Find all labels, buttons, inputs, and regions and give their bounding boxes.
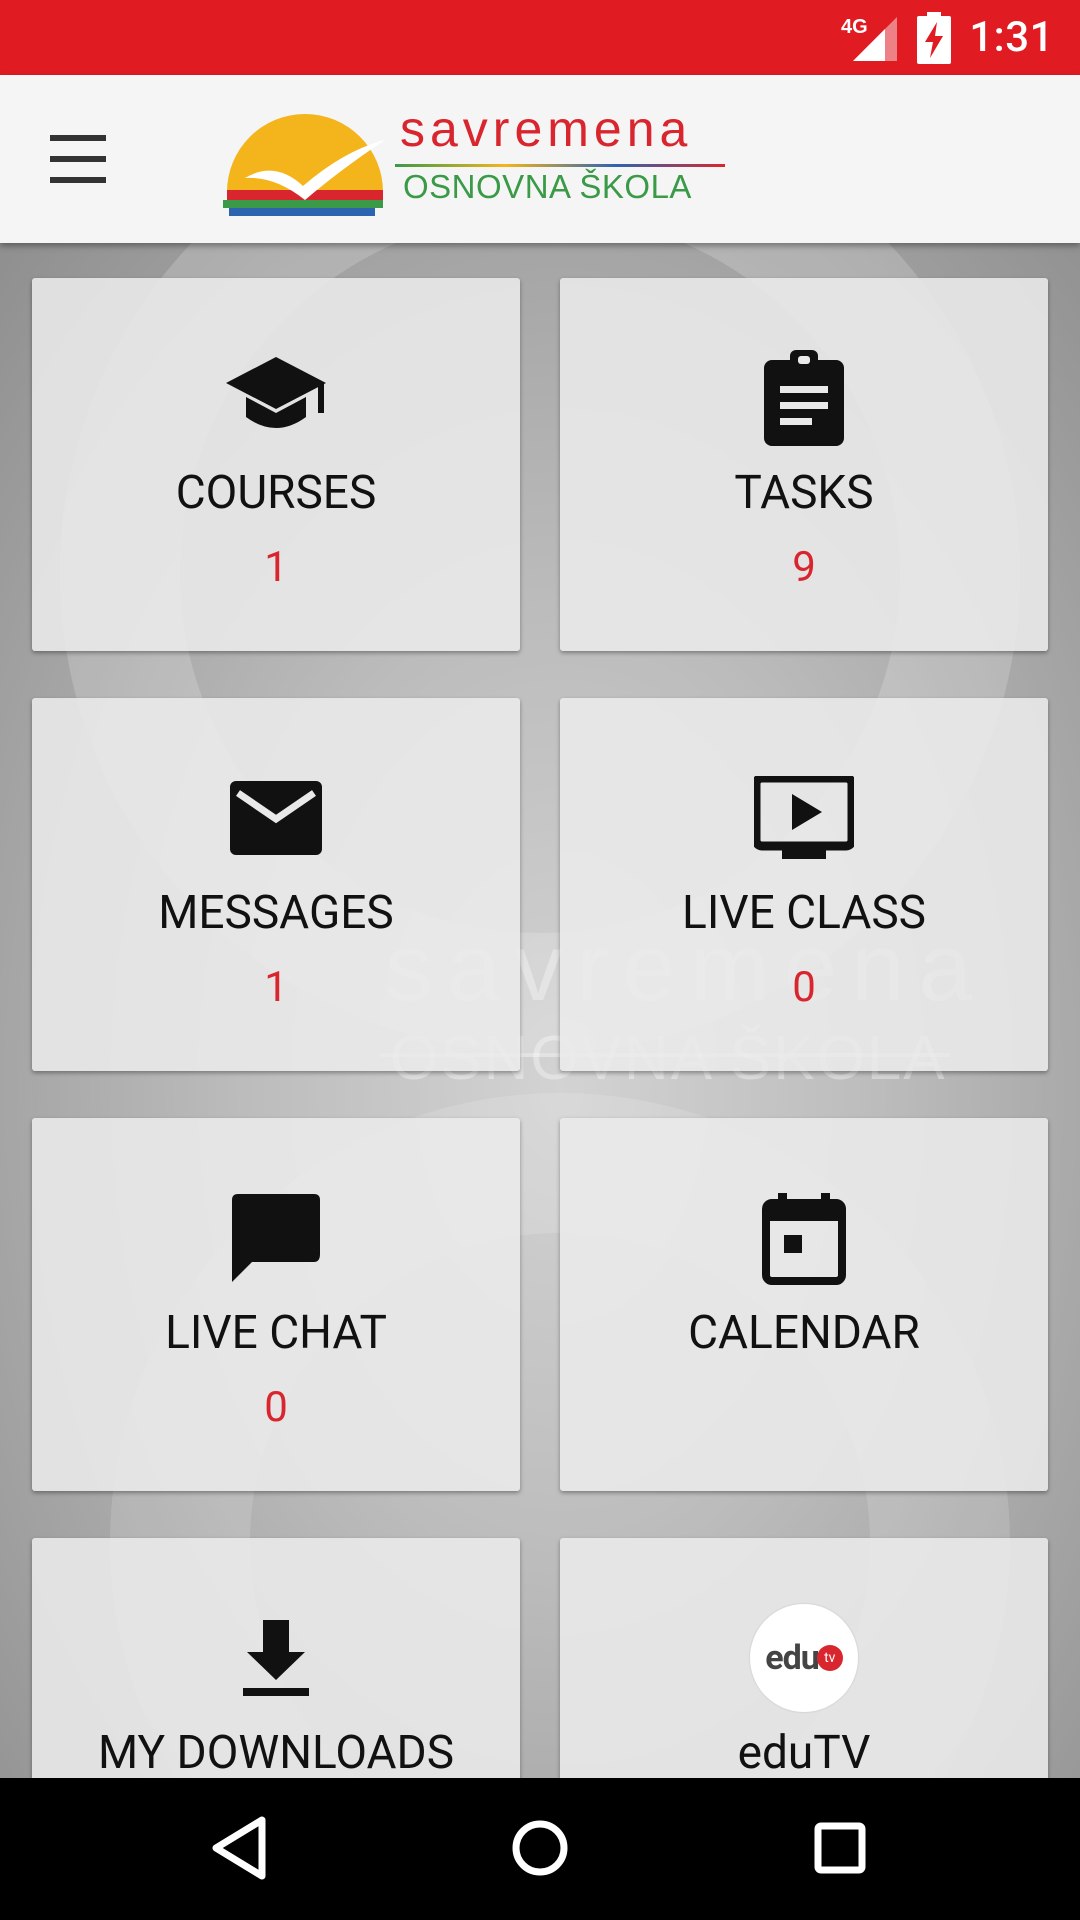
tile-messages-label: MESSAGES	[158, 886, 394, 940]
download-icon	[221, 1603, 331, 1713]
tile-live-chat[interactable]: LIVE CHAT 0	[32, 1118, 520, 1491]
back-triangle-icon[interactable]	[190, 1798, 290, 1898]
envelope-icon	[221, 763, 331, 873]
app-toolbar: savremena OSNOVNA ŠKOLA	[0, 75, 1080, 243]
battery-charging-icon	[917, 11, 952, 64]
clipboard-icon	[749, 343, 859, 453]
logo-text-savremena: savremena	[400, 101, 693, 157]
school-logo: savremena OSNOVNA ŠKOLA	[215, 100, 725, 220]
tile-calendar[interactable]: CALENDAR	[560, 1118, 1048, 1491]
logo-underline	[395, 164, 725, 167]
tile-tasks-count: 9	[792, 543, 816, 592]
hamburger-menu-icon[interactable]	[50, 131, 116, 187]
tile-tasks-label: TASKS	[734, 466, 874, 520]
tile-my-downloads-label: MY DOWNLOADS	[97, 1726, 455, 1778]
tile-messages-count: 1	[264, 963, 288, 1012]
tile-courses-count: 1	[264, 543, 288, 592]
edutv-logo-icon: edu tv	[749, 1603, 859, 1713]
edutv-logo-badge: tv	[816, 1645, 843, 1671]
tile-messages[interactable]: MESSAGES 1	[32, 698, 520, 1071]
recents-square-icon[interactable]	[790, 1798, 890, 1898]
tile-edutv-label: eduTV	[737, 1726, 871, 1778]
tile-my-downloads[interactable]: MY DOWNLOADS	[32, 1538, 520, 1778]
tile-tasks[interactable]: TASKS 9	[560, 278, 1048, 651]
logo-sun-icon	[223, 114, 385, 216]
tile-live-class[interactable]: LIVE CLASS 0	[560, 698, 1048, 1071]
tile-calendar-label: CALENDAR	[688, 1306, 920, 1360]
chat-bubble-icon	[221, 1183, 331, 1293]
logo-text-osnovna-skola: OSNOVNA ŠKOLA	[403, 168, 692, 205]
signal-4g-icon: 4G	[841, 16, 898, 61]
calendar-icon	[749, 1183, 859, 1293]
tile-courses-label: COURSES	[175, 466, 377, 520]
tile-edutv[interactable]: edu tv eduTV	[560, 1538, 1048, 1778]
graduation-cap-icon	[221, 343, 331, 453]
svg-text:4G: 4G	[841, 16, 868, 38]
tv-play-icon	[749, 763, 859, 873]
dashboard-grid: savremena OSNOVNA ŠKOLA COURSES 1 TASKS	[0, 243, 1080, 1778]
status-icons: 4G 1:31	[839, 0, 1054, 75]
system-nav-bar	[0, 1778, 1080, 1920]
tile-courses[interactable]: COURSES 1	[32, 278, 520, 651]
tile-live-class-count: 0	[792, 963, 816, 1012]
clock: 1:31	[969, 13, 1054, 62]
home-circle-icon[interactable]	[490, 1798, 590, 1898]
tile-live-chat-label: LIVE CHAT	[165, 1306, 387, 1360]
tile-live-class-label: LIVE CLASS	[682, 886, 926, 940]
edutv-logo-text: edu	[765, 1638, 820, 1678]
status-bar: 4G 1:31	[0, 0, 1080, 75]
tile-live-chat-count: 0	[264, 1383, 288, 1432]
